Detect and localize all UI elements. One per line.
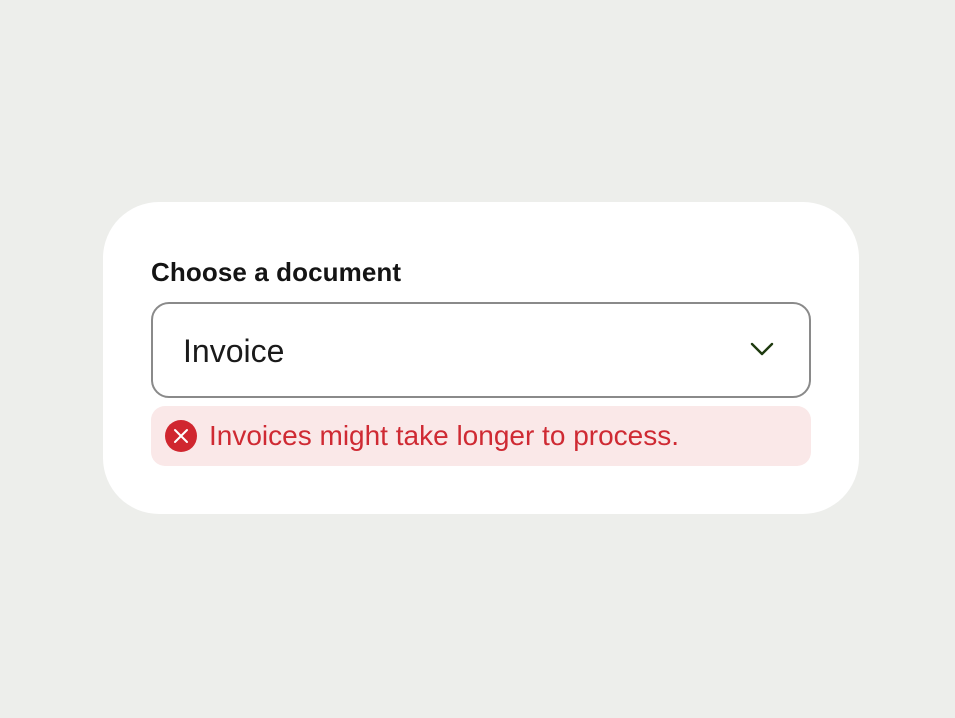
error-message-text: Invoices might take longer to process. xyxy=(209,420,680,451)
chevron-down-icon xyxy=(749,340,775,358)
document-select-card: Choose a document Invoice Invoices might… xyxy=(103,202,859,514)
document-select[interactable]: Invoice xyxy=(151,302,811,398)
error-x-icon xyxy=(165,420,197,452)
select-value: Invoice xyxy=(183,333,285,369)
error-message-banner: Invoices might take longer to process. xyxy=(151,406,811,466)
field-label: Choose a document xyxy=(151,257,402,287)
